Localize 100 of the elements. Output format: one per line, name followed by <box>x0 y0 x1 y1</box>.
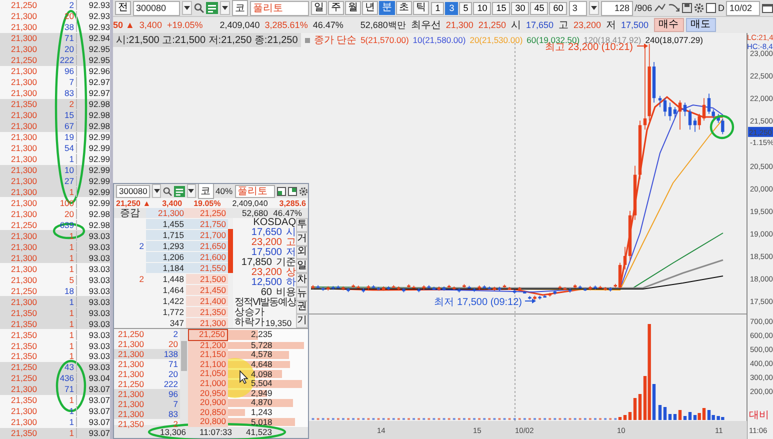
candle <box>598 285 602 289</box>
settings-icon[interactable] <box>298 186 308 196</box>
trade-price: 21,350 <box>10 318 37 329</box>
trade-price: 21,300 <box>10 110 37 120</box>
candle <box>578 285 582 289</box>
trade-quantity: 222 <box>162 379 178 389</box>
period-button[interactable]: 틱 <box>413 1 430 16</box>
trade-ratio: 93.03 <box>88 230 110 241</box>
search-icon[interactable] <box>162 186 172 196</box>
candle <box>336 285 340 288</box>
scrollbar[interactable] <box>180 329 188 425</box>
trade-ratio: 92.99 <box>88 198 110 208</box>
trade-price: 21,350 <box>117 419 144 429</box>
info-price: 23,200 <box>251 268 282 278</box>
period-button[interactable]: 년 <box>362 1 378 16</box>
stock-name-field[interactable]: 풀리토 <box>250 0 310 16</box>
trade-quantity: 96 <box>168 389 178 399</box>
save-icon[interactable] <box>682 3 692 14</box>
trade-quantity: 38 <box>37 22 77 32</box>
trade-quantity: 1 <box>37 417 77 428</box>
best-bid-price: 21,250 <box>478 20 506 30</box>
stock-name-field[interactable]: 풀리토 <box>234 184 275 198</box>
count-field[interactable]: 128 <box>601 0 633 16</box>
trade-price: 21,250 <box>10 55 37 66</box>
period-button[interactable]: 일 <box>311 1 328 16</box>
trade-ratio: 92.97 <box>88 77 110 88</box>
trade-amount: 52,680 <box>241 208 268 218</box>
trade-quantity: 1 <box>37 186 77 197</box>
side-tab[interactable]: 외 <box>296 246 308 260</box>
candle <box>342 286 345 291</box>
info-price: 17,650 <box>251 228 282 238</box>
trade-price: 21,250 <box>10 362 37 372</box>
period-button[interactable]: 월 <box>345 1 362 16</box>
interval-select[interactable]: 3 <box>569 0 588 16</box>
trade-quantity: 7 <box>172 399 178 409</box>
trade-ratio: 93.03 <box>88 308 110 318</box>
candle <box>387 286 390 291</box>
current-price: 21,250 ▲ <box>116 198 151 208</box>
side-tab[interactable]: 권 <box>296 300 308 314</box>
news-icon[interactable] <box>206 2 218 14</box>
trade-price: 21,300 <box>10 296 37 307</box>
change-rate: +19.05% <box>166 20 203 30</box>
vi-down-label: 하락가 <box>234 318 265 328</box>
price-volume: 5,728 <box>251 340 272 350</box>
price-volume: 5,018 <box>251 418 272 427</box>
trade-ratio: 92.97 <box>88 88 110 98</box>
search-icon[interactable] <box>194 3 204 14</box>
buy-button[interactable]: 매수 <box>654 18 684 32</box>
interval-button[interactable]: 45 <box>530 2 548 15</box>
best-ask-price: 21,300 <box>146 208 184 218</box>
interval-button[interactable]: 1 <box>431 2 444 15</box>
side-tab[interactable]: 뉴 <box>296 286 308 300</box>
candle <box>462 284 466 288</box>
open-price: 17,650 <box>526 20 554 30</box>
interval-button[interactable]: 3 <box>445 2 458 15</box>
candle <box>543 294 546 298</box>
trade-price: 21,250 <box>10 286 37 296</box>
settings-icon[interactable] <box>694 3 704 14</box>
trade-ratio: 92.98 <box>88 110 110 120</box>
stock-code-field[interactable]: 300080 <box>133 0 180 16</box>
interval-button[interactable]: 60 <box>549 2 568 15</box>
trade-ratio: 92.94 <box>88 33 110 44</box>
side-tab[interactable]: 차 <box>296 273 308 287</box>
bid-quantity: 347 <box>168 318 185 328</box>
d-checkbox[interactable] <box>706 3 716 14</box>
high-price: 23,200 <box>573 20 602 30</box>
trade-price: 21,250 <box>117 329 144 339</box>
bid-quantity: 1,464 <box>162 284 185 294</box>
period-button[interactable]: 주 <box>328 1 344 16</box>
trade-ratio: 93.03 <box>88 318 110 329</box>
candle <box>548 292 552 298</box>
all-market-button[interactable]: 전 <box>115 1 131 16</box>
side-tab[interactable]: 기 <box>296 314 308 328</box>
trade-price: 21,300 <box>10 252 37 263</box>
interval-button[interactable]: 10 <box>473 2 492 15</box>
period-button[interactable]: 초 <box>396 1 412 16</box>
interval-button[interactable]: 5 <box>459 2 472 15</box>
market-label: 코 <box>232 0 248 16</box>
sell-button[interactable]: 매도 <box>686 18 716 32</box>
side-tab[interactable]: 투 <box>296 218 308 232</box>
side-tab[interactable]: 일 <box>296 259 308 273</box>
legend-item: 10(21,580.00) <box>412 35 466 45</box>
candle <box>468 285 471 289</box>
trade-quantity: 1 <box>37 330 77 340</box>
trade-ratio: 92.99 <box>88 154 110 164</box>
candle <box>362 288 365 293</box>
volume-tag: 대비 <box>749 410 769 421</box>
period-button[interactable]: 분 <box>379 1 396 16</box>
calendar-icon[interactable] <box>762 3 773 14</box>
interval-button[interactable]: 15 <box>492 2 510 15</box>
trade-ratio: 92.93 <box>88 22 110 32</box>
trade-price: 21,250 <box>117 379 144 389</box>
window-icon[interactable] <box>276 186 286 196</box>
window-icon[interactable] <box>288 186 297 196</box>
trade-quantity: 20 <box>37 208 77 219</box>
side-tab[interactable]: 거 <box>296 232 308 246</box>
news-icon[interactable] <box>174 186 185 196</box>
stock-code-field[interactable]: 300080 <box>116 184 150 198</box>
trade-quantity: 1 <box>37 340 77 351</box>
interval-button[interactable]: 30 <box>511 2 530 15</box>
